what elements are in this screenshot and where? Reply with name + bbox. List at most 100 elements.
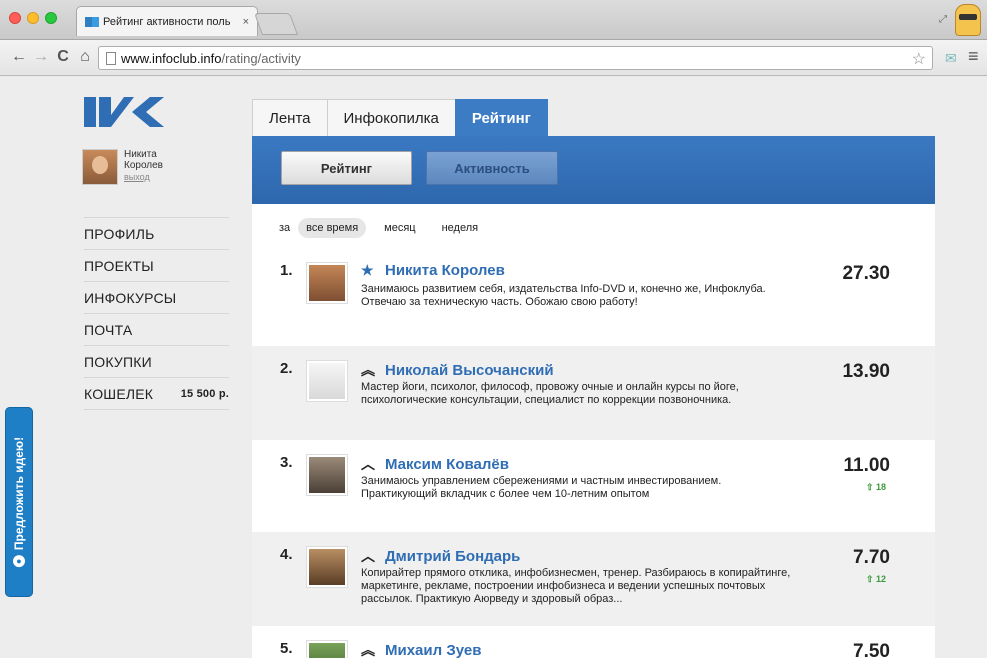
avatar[interactable] (306, 262, 348, 304)
profile-avatar-icon[interactable] (955, 4, 981, 36)
suggest-idea-button[interactable]: ● Предложить идею! (5, 407, 33, 597)
member-name-link[interactable]: ︿ Дмитрий Бондарь (361, 546, 520, 566)
forward-arrow-icon[interactable]: → (32, 48, 50, 66)
main-content: Лента Инфокопилка Рейтинг Рейтинг Активн… (252, 99, 935, 658)
member-name-link[interactable]: ︽ Николай Высочанский (361, 360, 554, 380)
browser-toolbar: ← → C ⌂ www.infoclub.info/rating/activit… (0, 40, 987, 76)
activity-button[interactable]: Активность (426, 151, 558, 185)
member-description: Мастер йоги, психолог, философ, провожу … (361, 381, 739, 406)
suggest-idea-label: Предложить идею! (12, 436, 26, 551)
rank-number: 3. (280, 454, 293, 471)
home-icon[interactable]: ⌂ (76, 48, 94, 66)
avatar[interactable] (306, 546, 348, 588)
sidebar-item-label: КОШЕЛЕК (84, 385, 154, 402)
sidebar-item-infocourses[interactable]: ИНФОКУРСЫ (84, 282, 229, 314)
address-bar[interactable]: www.infoclub.info/rating/activity ☆ (98, 46, 933, 70)
chevron-up-icon: ︿ (361, 456, 375, 472)
logout-link[interactable]: выход (124, 172, 163, 183)
tab-title: Рейтинг активности поль (103, 15, 231, 28)
star-icon: ★ (361, 262, 374, 278)
fullscreen-icon[interactable]: ⤢ (939, 14, 947, 25)
avatar[interactable] (306, 640, 348, 658)
rank-number: 4. (280, 546, 293, 563)
rating-list: за все время месяц неделя 1. ★ Никита Ко… (252, 204, 935, 658)
filter-month[interactable]: месяц (376, 218, 423, 238)
activity-score: 27.30 (842, 263, 890, 284)
user-panel: Никита Королев выход (82, 149, 163, 185)
tab-rating[interactable]: Рейтинг (454, 99, 548, 136)
close-window-button[interactable] (9, 12, 21, 24)
chevron-up-icon: ︿ (361, 548, 375, 564)
sidebar-item-label: ПРОФИЛЬ (84, 225, 155, 242)
sidebar-item-purchases[interactable]: ПОКУПКИ (84, 346, 229, 378)
zoom-window-button[interactable] (45, 12, 57, 24)
list-item: 3. ︿ Максим Ковалёв Занимаюсь управление… (252, 440, 935, 532)
activity-score: 7.70 (853, 547, 890, 568)
list-item: 4. ︿ Дмитрий Бондарь Копирайтер прямого … (252, 532, 935, 626)
close-tab-icon[interactable]: × (243, 16, 249, 28)
rank-number: 2. (280, 360, 293, 377)
bookmark-star-icon[interactable]: ☆ (912, 49, 926, 69)
browser-tab[interactable]: Рейтинг активности поль × (76, 6, 258, 36)
member-name: Дмитрий Бондарь (385, 547, 521, 565)
sidebar-item-label: ИНФОКУРСЫ (84, 289, 177, 306)
back-arrow-icon[interactable]: ← (10, 48, 28, 66)
rating-button[interactable]: Рейтинг (281, 151, 412, 185)
sidebar-item-profile[interactable]: ПРОФИЛЬ (84, 218, 229, 250)
page-icon (106, 52, 116, 65)
tab-feed[interactable]: Лента (252, 99, 328, 136)
sidebar-item-label: ПОКУПКИ (84, 353, 152, 370)
member-description: Занимаюсь развитием себя, издательства I… (361, 283, 766, 308)
double-chevron-up-icon: ︽ (361, 362, 375, 378)
reload-icon[interactable]: C (54, 48, 72, 66)
list-item: 2. ︽ Николай Высочанский Мастер йоги, пс… (252, 346, 935, 440)
filter-all-time[interactable]: все время (298, 218, 367, 238)
url-host: www.infoclub.info (121, 50, 222, 66)
period-filter: за все время месяц неделя (279, 218, 496, 238)
menu-icon[interactable]: ≡ (968, 46, 979, 67)
member-name: Никита Королев (385, 262, 505, 279)
sidebar-item-wallet[interactable]: КОШЕЛЕК 15 500 р. (84, 378, 229, 410)
activity-score: 7.50 (853, 641, 890, 658)
tab-infokopilka[interactable]: Инфокопилка (326, 99, 456, 136)
window-titlebar: Рейтинг активности поль × ⤢ (0, 0, 987, 40)
sidebar-nav: ПРОФИЛЬ ПРОЕКТЫ ИНФОКУРСЫ ПОЧТА ПОКУПКИ … (84, 217, 229, 410)
rating-subnav: Рейтинг Активность (252, 136, 935, 204)
avatar[interactable] (306, 454, 348, 496)
member-name-link[interactable]: ︽ Михаил Зуев (361, 640, 481, 658)
filter-label: за (279, 222, 291, 234)
new-tab-button[interactable] (253, 13, 299, 35)
filter-week[interactable]: неделя (434, 218, 487, 238)
avatar[interactable] (82, 149, 118, 185)
wallet-balance: 15 500 р. (180, 387, 229, 400)
sidebar-item-projects[interactable]: ПРОЕКТЫ (84, 250, 229, 282)
site-favicon-icon (85, 16, 99, 27)
member-name-link[interactable]: ★ Никита Королев (361, 262, 505, 279)
member-name: Максим Ковалёв (385, 455, 509, 473)
member-description: Копирайтер прямого отклика, инфобизнесме… (361, 567, 791, 605)
avatar[interactable] (306, 360, 348, 402)
activity-score: 11.00 (843, 455, 891, 476)
rank-number: 5. (280, 640, 293, 657)
sidebar-item-label: ПРОЕКТЫ (84, 257, 154, 274)
member-name-link[interactable]: ︿ Максим Ковалёв (361, 454, 509, 474)
score-change-badge: ⇧ 12 (865, 574, 886, 584)
user-first-name: Никита (124, 149, 157, 160)
infoclub-logo[interactable] (84, 97, 164, 127)
score-change-badge: ⇧ 18 (865, 482, 886, 492)
main-tabs: Лента Инфокопилка Рейтинг (252, 99, 548, 136)
sidebar-item-mail[interactable]: ПОЧТА (84, 314, 229, 346)
extension-icon[interactable]: ✉ (945, 50, 957, 67)
double-chevron-up-icon: ︽ (361, 642, 375, 658)
list-item: 1. ★ Никита Королев Занимаюсь развитием … (252, 252, 935, 346)
user-last-name: Королев (124, 160, 163, 171)
lightbulb-icon: ● (13, 555, 25, 568)
member-description: Занимаюсь управлением сбережениями и час… (361, 475, 722, 500)
url-path: /rating/activity (221, 50, 301, 66)
member-name: Николай Высочанский (385, 361, 554, 379)
activity-score: 13.90 (842, 361, 890, 382)
list-item: 5. ︽ Михаил Зуев 7.50 (252, 626, 935, 658)
member-name: Михаил Зуев (385, 641, 482, 658)
minimize-window-button[interactable] (27, 12, 39, 24)
rank-number: 1. (280, 262, 293, 279)
